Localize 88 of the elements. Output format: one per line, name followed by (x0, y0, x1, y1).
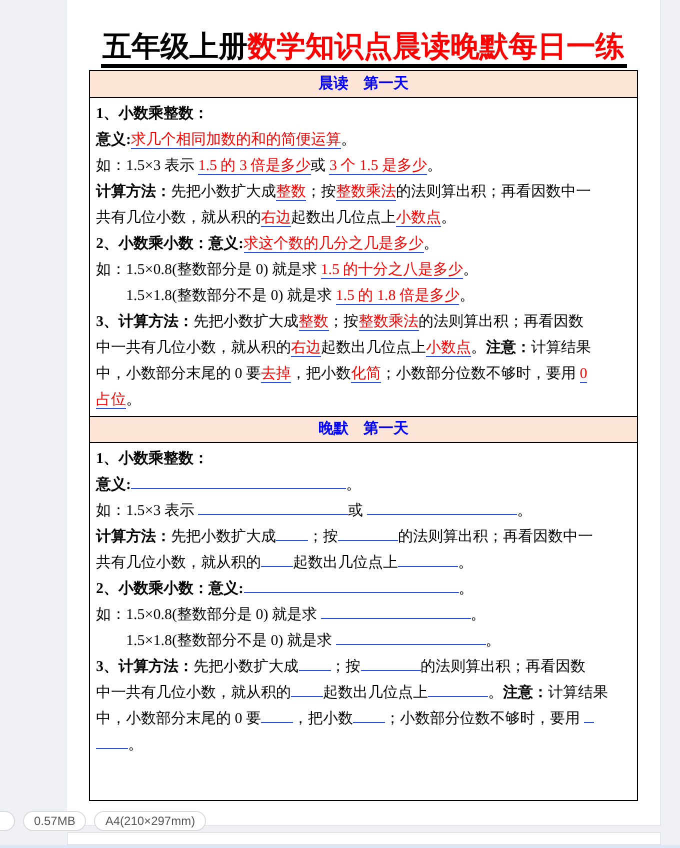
body-text: 。 (341, 132, 356, 148)
body-text: 。 (441, 210, 456, 226)
body-text: 如：1.5×0.8(整数部分是 0) 就是求 (96, 262, 318, 278)
page-title: 数学知识点晨读晚默每日一练 (248, 31, 624, 63)
body-text: ；按 (330, 659, 360, 675)
body-text: 。 (458, 581, 474, 597)
term-label: 2、小数乘小数：意义: (96, 581, 244, 597)
term-label: 注意： (486, 340, 531, 356)
body-text: 1.5×1.8(整数部分不是 0) 就是求 (125, 633, 333, 649)
page-title: 五年级上册 (102, 31, 248, 63)
body-text: 如：1.5×3 表示 (96, 158, 196, 174)
body-text: ；按 (328, 314, 358, 330)
body-text: 。 (426, 158, 442, 174)
body-text: 。 (471, 340, 486, 356)
answer-text: 小数点 (396, 210, 441, 227)
term-label: 2、小数乘小数：意义: (96, 236, 244, 252)
term-label: 3、计算方法： (96, 659, 194, 675)
body-text: 共有几位小数，就从积的 (96, 210, 261, 226)
body-text: 。 (463, 262, 478, 278)
term-label: 注意： (503, 685, 548, 701)
body-text: 计算结果 (548, 685, 608, 701)
body-text: 共有几位小数，就从积的 (96, 555, 261, 571)
term-label: 计算方法： (96, 184, 171, 200)
info-chip: 0.57MB (23, 811, 86, 831)
body-text: 先把小数扩大成 (171, 184, 276, 200)
body-text: 中一共有几位小数，就从积的 (96, 685, 291, 701)
body-text: ，把小数 (293, 711, 353, 727)
body-text: 或 (310, 158, 327, 174)
section-title: 晨读 第一天 (318, 74, 408, 94)
answer-text: 整数乘法 (336, 184, 396, 201)
answer-text: 小数点 (426, 340, 471, 357)
term-label: 意义: (96, 132, 131, 148)
body-text: 。 (470, 607, 486, 623)
body-text: 如：1.5×3 表示 (96, 503, 196, 519)
body-text: 计算结果 (531, 340, 591, 356)
body-text: 中一共有几位小数，就从积的 (96, 340, 291, 356)
answer-text: 占位 (96, 392, 126, 409)
answer-text: 右边 (261, 210, 291, 227)
body-text: 。 (424, 236, 438, 252)
term-label: 1、小数乘整数： (96, 106, 208, 122)
section-title: 晚默 第一天 (318, 420, 408, 440)
body-text: 的法则算出积；再看因数中一 (398, 529, 593, 545)
body-text: 。 (486, 633, 501, 649)
term-label: 意义: (96, 477, 131, 493)
body-text: 先把小数扩大成 (194, 659, 298, 675)
answer-text: 化简 (351, 366, 381, 383)
answer-text: 去掉 (261, 366, 291, 383)
body-text: ；小数部分位数不够时，要用 (385, 711, 581, 727)
info-chip: A4(210×297mm) (94, 811, 206, 831)
term-label: 3、计算方法： (96, 314, 194, 330)
answer-text: 整数 (298, 314, 328, 331)
body-text: 。 (488, 685, 503, 701)
body-text: ；按 (306, 184, 336, 200)
answer-text: 整数乘法 (358, 314, 418, 331)
body-text: 如：1.5×0.8(整数部分是 0) 就是求 (96, 607, 318, 623)
body-text: ；按 (308, 529, 338, 545)
body-text: 中，小数部分末尾的 0 要 (96, 366, 261, 382)
body-text: 的法则算出积；再看因数中一 (396, 184, 591, 200)
body-text: 起数出几位点上 (293, 555, 398, 571)
answer-text: 3 个 1.5 是多少 (329, 158, 427, 175)
body-text: ，把小数 (291, 366, 351, 382)
answer-text: 1.5 的 3 倍是多少 (198, 158, 311, 175)
body-text: 。 (346, 477, 361, 493)
answer-text: 求这个数的几分之几是多少 (244, 236, 424, 253)
body-text: 。 (128, 737, 143, 753)
body-text: 先把小数扩大成 (194, 314, 298, 330)
body-text: 。 (126, 392, 141, 408)
body-text: 中，小数部分末尾的 0 要 (96, 711, 261, 727)
body-text: 起数出几位点上 (323, 685, 428, 701)
term-label: 1、小数乘整数： (96, 451, 208, 467)
body-text: 。 (516, 503, 532, 519)
answer-text: 1.5 的 1.8 倍是多少 (336, 288, 460, 305)
body-text: 的法则算出积；再看因数 (418, 314, 584, 330)
answer-text: 右边 (291, 340, 321, 357)
body-text: 1.5×1.8(整数部分不是 0) 就是求 (125, 288, 333, 304)
body-text: 。 (459, 288, 474, 304)
answer-text: 整数 (276, 184, 306, 201)
answer-text: 0 (580, 366, 588, 383)
body-text: 起数出几位点上 (291, 210, 396, 226)
body-text: 的法则算出积；再看因数 (420, 659, 586, 675)
answer-text: 求几个相同加数的和的简便运算 (131, 132, 341, 149)
answer-text: 1.5 的十分之八是多少 (320, 262, 464, 279)
body-text: 先把小数扩大成 (171, 529, 276, 545)
body-text: 起数出几位点上 (321, 340, 426, 356)
body-text: 。 (458, 555, 473, 571)
body-text: 或 (348, 503, 364, 519)
body-text: ；小数部分位数不够时，要用 (381, 366, 577, 382)
term-label: 计算方法： (96, 529, 171, 545)
